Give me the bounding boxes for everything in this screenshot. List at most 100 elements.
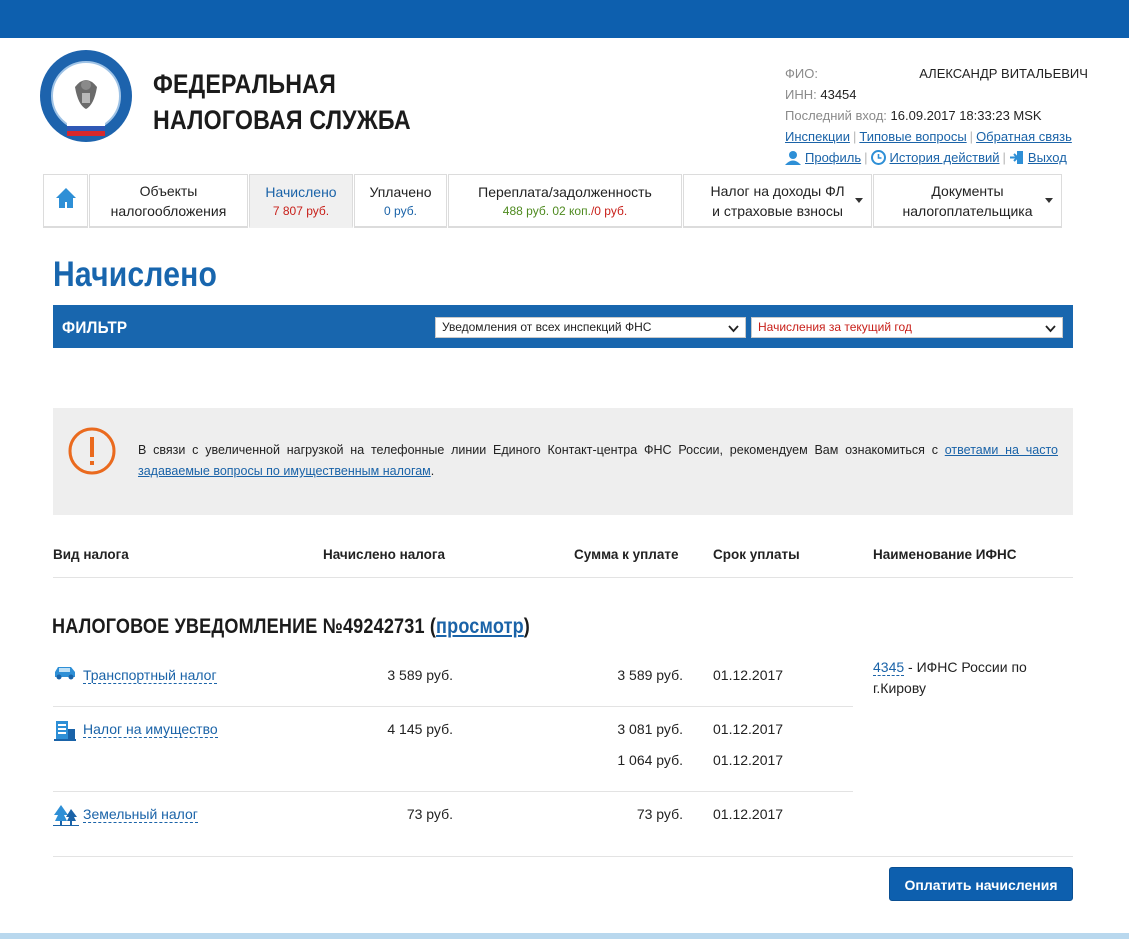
divider	[53, 577, 1073, 578]
last-login-value: 16.09.2017 18:33:23 MSK	[890, 108, 1042, 123]
page-title: Начислено	[53, 255, 218, 294]
tab-label: Начислено	[265, 183, 337, 200]
feedback-link[interactable]: Обратная связь	[976, 129, 1072, 144]
chevron-down-icon	[1045, 198, 1053, 203]
link-separator: |	[864, 150, 868, 165]
tab-label-line-1: Налог на доходы ФЛ	[710, 182, 845, 199]
brand-line-1: ФЕДЕРАЛЬНАЯ	[153, 69, 336, 99]
col-header-ifns: Наименование ИФНС	[873, 547, 1017, 562]
brand-name: ФЕДЕРАЛЬНАЯ НАЛОГОВАЯ СЛУЖБА	[153, 66, 411, 138]
inn-label: ИНН:	[785, 87, 817, 102]
inspections-select-value: Уведомления от всех инспекций ФНС	[442, 320, 652, 334]
filter-bar: ФИЛЬТР Уведомления от всех инспекций ФНС…	[53, 305, 1073, 348]
ifns-code-link[interactable]: 4345	[873, 659, 905, 676]
logout-link[interactable]: Выход	[1028, 150, 1067, 165]
tab-label-line-1: Объекты	[139, 182, 198, 199]
history-link[interactable]: История действий	[890, 150, 1000, 165]
land-tax-date: 01.12.2017	[713, 806, 784, 822]
divider	[53, 856, 1073, 857]
property-tax-due-1: 3 081 руб.	[617, 721, 683, 737]
transport-tax-accrued: 3 589 руб.	[387, 667, 453, 683]
tab-income-tax[interactable]: Налог на доходы ФЛ и страховые взносы	[683, 174, 872, 228]
col-header-due-date: Срок уплаты	[713, 547, 800, 562]
car-icon	[53, 664, 77, 685]
logout-icon	[1009, 150, 1024, 171]
property-tax-date-2: 01.12.2017	[713, 752, 784, 768]
tab-paid[interactable]: Уплачено 0 руб.	[354, 174, 447, 228]
chevron-down-icon	[855, 198, 863, 203]
bottom-bar	[0, 933, 1129, 939]
fio-label: ФИО:	[785, 66, 818, 81]
profile-link[interactable]: Профиль	[805, 150, 861, 165]
transport-tax-link[interactable]: Транспортный налог	[83, 668, 217, 684]
property-tax-date-1: 01.12.2017	[713, 721, 784, 737]
fns-logo[interactable]	[39, 49, 133, 143]
period-select[interactable]: Начисления за текущий год	[751, 317, 1063, 338]
land-tax-link[interactable]: Земельный налог	[83, 807, 198, 823]
warning-icon	[67, 426, 117, 481]
inn-row: ИНН: 43454	[785, 84, 1088, 105]
account-links: Профиль | История действий | Выход	[785, 147, 1088, 171]
tab-label: Уплачено	[369, 183, 432, 200]
building-icon	[53, 719, 77, 746]
inn-value: 43454	[820, 87, 857, 102]
accrued-amount: 7 807 руб.	[272, 203, 330, 218]
top-bar	[0, 0, 1129, 38]
tab-label-line-2: и страховые взносы	[712, 202, 843, 219]
fio-value: АЛЕКСАНДР ВИТАЛЬЕВИЧ	[919, 66, 1088, 81]
tax-notice-title: НАЛОГОВОЕ УВЕДОМЛЕНИЕ №49242731 (просмот…	[52, 615, 530, 639]
divider	[53, 791, 853, 792]
transport-tax-date: 01.12.2017	[713, 667, 784, 683]
link-separator: |	[1002, 150, 1006, 165]
tax-notice-number: НАЛОГОВОЕ УВЕДОМЛЕНИЕ №49242731 (	[52, 615, 437, 638]
pay-charges-button[interactable]: Оплатить начисления	[889, 867, 1073, 901]
tab-tax-objects[interactable]: Объекты налогообложения	[89, 174, 248, 228]
property-tax-link[interactable]: Налог на имущество	[83, 722, 218, 738]
redacted-inn	[856, 88, 893, 103]
tab-label-line-2: налогоплательщика	[902, 202, 1033, 219]
notice-end: .	[430, 464, 435, 478]
period-select-value: Начисления за текущий год	[758, 320, 912, 334]
profile-icon	[785, 150, 801, 171]
fio-row: ФИО: АЛЕКСАНДР ВИТАЛЬЕВИЧ	[785, 63, 1088, 84]
transport-tax-due: 3 589 руб.	[617, 667, 683, 683]
tab-documents[interactable]: Документы налогоплательщика	[873, 174, 1062, 228]
notice-message: В связи с увеличенной нагрузкой на телеф…	[138, 443, 945, 457]
paid-amount: 0 руб.	[384, 203, 417, 218]
link-separator: |	[852, 129, 857, 144]
tab-accrued[interactable]: Начислено 7 807 руб.	[249, 174, 353, 228]
property-tax-accrued: 4 145 руб.	[387, 721, 453, 737]
tab-label-line-2: налогообложения	[110, 202, 227, 219]
land-tax-due: 73 руб.	[636, 806, 683, 822]
tab-label-line-1: Документы	[931, 182, 1004, 199]
link-separator: |	[969, 129, 974, 144]
last-login-row: Последний вход: 16.09.2017 18:33:23 MSK	[785, 105, 1088, 126]
redacted-surname	[821, 67, 916, 82]
faq-link[interactable]: Типовые вопросы	[859, 129, 966, 144]
help-links: Инспекции | Типовые вопросы | Обратная связь	[785, 126, 1088, 147]
tab-overpayment-debt[interactable]: Переплата/задолженность 488 руб. 02 коп.…	[448, 174, 682, 228]
land-tax-accrued: 73 руб.	[406, 806, 453, 822]
notice-text: В связи с увеличенной нагрузкой на телеф…	[138, 440, 1058, 482]
home-icon	[55, 187, 77, 214]
col-header-due: Сумма к уплате	[574, 547, 679, 562]
col-header-tax-type: Вид налога	[53, 547, 129, 562]
view-notice-link[interactable]: просмотр	[436, 615, 524, 638]
inspections-link[interactable]: Инспекции	[785, 129, 850, 144]
debt-amount: /0 руб.	[590, 203, 628, 218]
divider	[53, 706, 853, 707]
overpayment-amount: 488 руб. 02 коп.	[502, 203, 591, 218]
chevron-down-icon	[728, 321, 739, 340]
col-header-accrued: Начислено налога	[323, 547, 446, 562]
brand-line-2: НАЛОГОВАЯ СЛУЖБА	[153, 105, 411, 135]
tab-label: Переплата/задолженность	[478, 183, 652, 200]
property-tax-due-2: 1 064 руб.	[617, 752, 683, 768]
history-icon	[870, 150, 886, 171]
filter-label: ФИЛЬТР	[62, 318, 128, 337]
ifns-name: 4345 - ИФНС России по г.Кирову	[873, 657, 1053, 699]
tree-icon	[53, 804, 79, 831]
inspections-select[interactable]: Уведомления от всех инспекций ФНС	[435, 317, 746, 338]
tax-notice-bracket: )	[523, 615, 530, 638]
tab-home[interactable]	[43, 174, 88, 228]
notice-box: В связи с увеличенной нагрузкой на телеф…	[53, 408, 1073, 515]
